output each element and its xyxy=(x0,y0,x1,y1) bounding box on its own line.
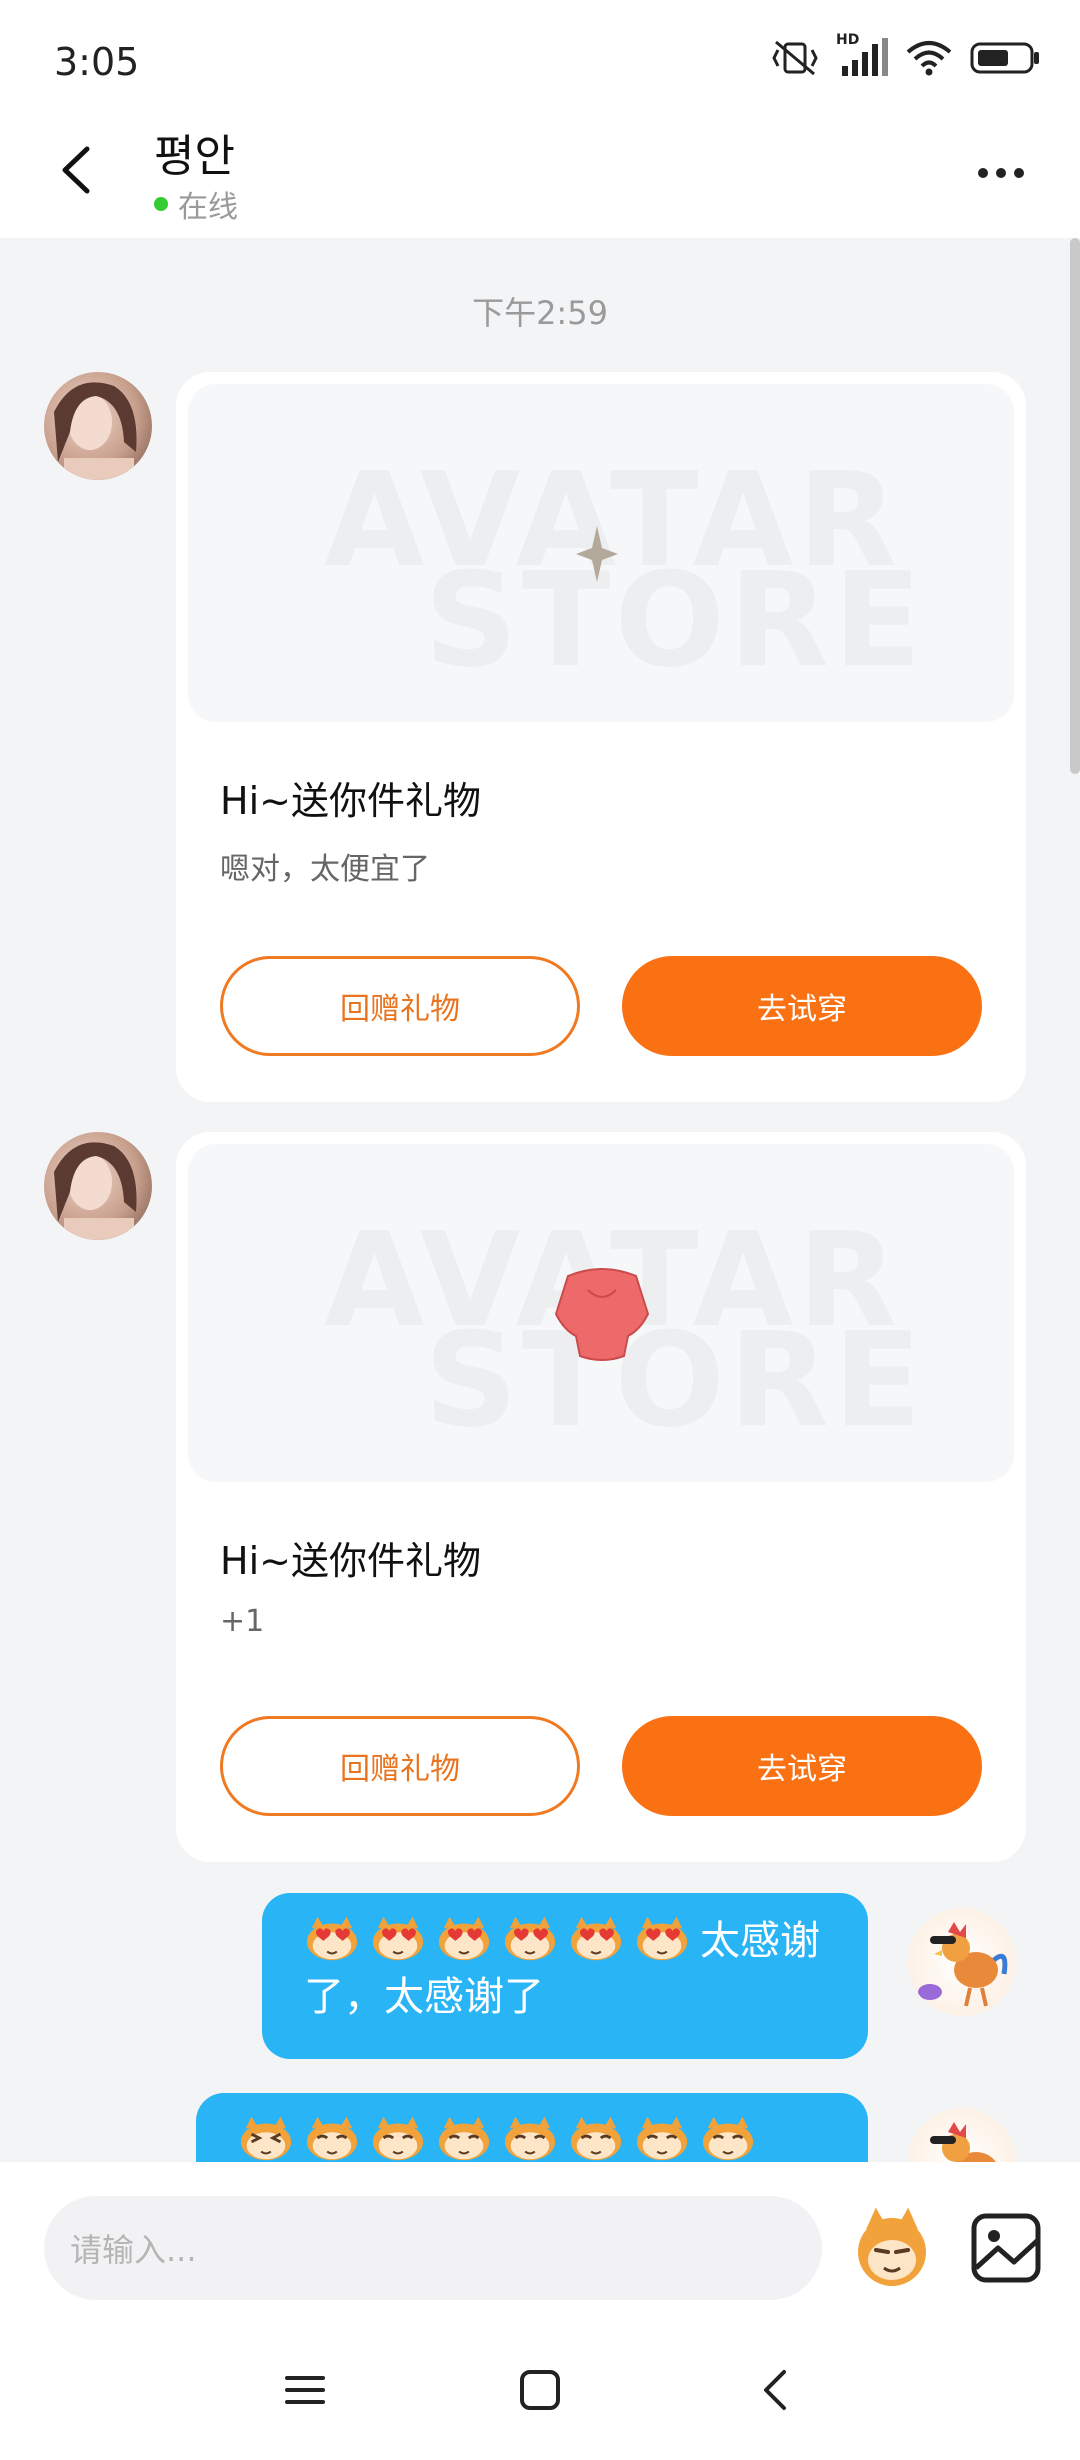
contact-avatar[interactable] xyxy=(44,1132,152,1240)
try-on-button[interactable]: 去试穿 xyxy=(622,1716,982,1816)
message-timestamp: 下午2:59 xyxy=(472,294,608,332)
heart-eyes-mascot-icon xyxy=(634,1914,690,1962)
laughing-mascot-icon xyxy=(238,2114,294,2162)
return-gift-button[interactable]: 回赠礼物 xyxy=(220,956,580,1056)
heart-eyes-mascot-icon xyxy=(370,1914,426,1962)
gift-message: +1 xyxy=(220,1604,265,1639)
heart-eyes-mascot-icon xyxy=(304,1914,360,1962)
more-dot xyxy=(996,168,1006,178)
system-nav-bar xyxy=(0,2302,1080,2460)
mascot-emoji-icon xyxy=(858,2207,926,2286)
avatar-photo-icon xyxy=(54,1142,137,1240)
smiling-mascot-icon xyxy=(700,2114,756,2162)
emoji-row xyxy=(238,2116,766,2162)
smiling-mascot-icon xyxy=(634,2114,690,2162)
contact-name: 평안 xyxy=(154,131,235,182)
back-button[interactable] xyxy=(44,138,108,202)
rooster-avatar-icon xyxy=(918,1922,1008,2007)
watermark-line2: STORE xyxy=(424,1304,926,1456)
smiling-mascot-icon xyxy=(502,2114,558,2162)
message-input[interactable]: 请输入... xyxy=(44,2196,822,2300)
battery-icon xyxy=(970,42,1039,74)
presence-label: 在线 xyxy=(178,190,238,225)
status-time: 3:05 xyxy=(54,40,140,84)
emoji-button[interactable] xyxy=(850,2206,934,2290)
smiling-mascot-icon xyxy=(568,2114,624,2162)
heart-eyes-mascot-icon xyxy=(436,1914,492,1962)
home-square-icon xyxy=(520,2370,560,2410)
gift-card[interactable]: AVATAR STORE Hi~送你件礼物 嗯对，太便宜了 回赠礼物 去试穿 xyxy=(176,372,1026,1102)
nav-menu-button[interactable] xyxy=(265,2350,345,2430)
online-dot-icon xyxy=(154,197,168,211)
gift-card[interactable]: AVATAR STORE Hi~送你件礼物 +1 回赠礼物 去试穿 xyxy=(176,1132,1026,1862)
image-picker-icon xyxy=(971,2213,1041,2283)
try-on-button[interactable]: 去试穿 xyxy=(622,956,982,1056)
return-gift-button[interactable]: 回赠礼物 xyxy=(220,1716,580,1816)
gift-title: Hi~送你件礼物 xyxy=(220,779,481,823)
chat-message-list[interactable]: 下午2:59 AVATAR STORE Hi~送你件礼物 嗯对，太便宜了 回赠礼… xyxy=(0,238,1080,2162)
wifi-icon xyxy=(906,41,952,76)
presence-status: 在线 xyxy=(154,182,238,226)
outgoing-message-bubble[interactable]: 太感谢了，太感谢了 xyxy=(262,1893,868,2059)
mute-vibrate-icon xyxy=(772,40,818,76)
gift-title: Hi~送你件礼物 xyxy=(220,1539,481,1583)
nav-back-button[interactable] xyxy=(735,2350,815,2430)
smiling-mascot-icon xyxy=(370,2114,426,2162)
gift-preview[interactable]: AVATAR STORE xyxy=(188,384,1014,722)
more-dots-icon xyxy=(978,168,988,178)
red-top-icon xyxy=(554,1268,650,1361)
back-arrow-icon xyxy=(62,146,90,194)
message-input-bar: 请输入... xyxy=(0,2162,1080,2302)
hd-signal-icon: HD xyxy=(836,32,888,78)
more-dot xyxy=(1014,168,1024,178)
self-avatar[interactable] xyxy=(908,2108,1016,2162)
more-options-button[interactable] xyxy=(966,148,1036,198)
nav-home-button[interactable] xyxy=(500,2350,580,2430)
emoji-row xyxy=(304,1916,700,1964)
sparkle-accessory-icon xyxy=(576,526,618,582)
self-avatar[interactable] xyxy=(908,1908,1016,2016)
menu-icon xyxy=(285,2376,325,2404)
status-icons: HD xyxy=(772,32,1040,78)
rooster-avatar-icon xyxy=(930,2122,996,2162)
chat-header: 평안 在线 xyxy=(0,120,1080,238)
avatar-photo-icon xyxy=(54,382,137,480)
back-chevron-icon xyxy=(764,2370,786,2410)
image-picker-button[interactable] xyxy=(966,2208,1046,2288)
outgoing-message-bubble[interactable] xyxy=(196,2093,868,2162)
gift-message: 嗯对，太便宜了 xyxy=(220,852,430,887)
gift-preview[interactable]: AVATAR STORE xyxy=(188,1144,1014,1482)
contact-avatar[interactable] xyxy=(44,372,152,480)
heart-eyes-mascot-icon xyxy=(502,1914,558,1962)
smiling-mascot-icon xyxy=(436,2114,492,2162)
smiling-mascot-icon xyxy=(304,2114,360,2162)
heart-eyes-mascot-icon xyxy=(568,1914,624,1962)
status-bar: 3:05 HD xyxy=(0,0,1080,120)
watermark-line2: STORE xyxy=(424,544,926,696)
